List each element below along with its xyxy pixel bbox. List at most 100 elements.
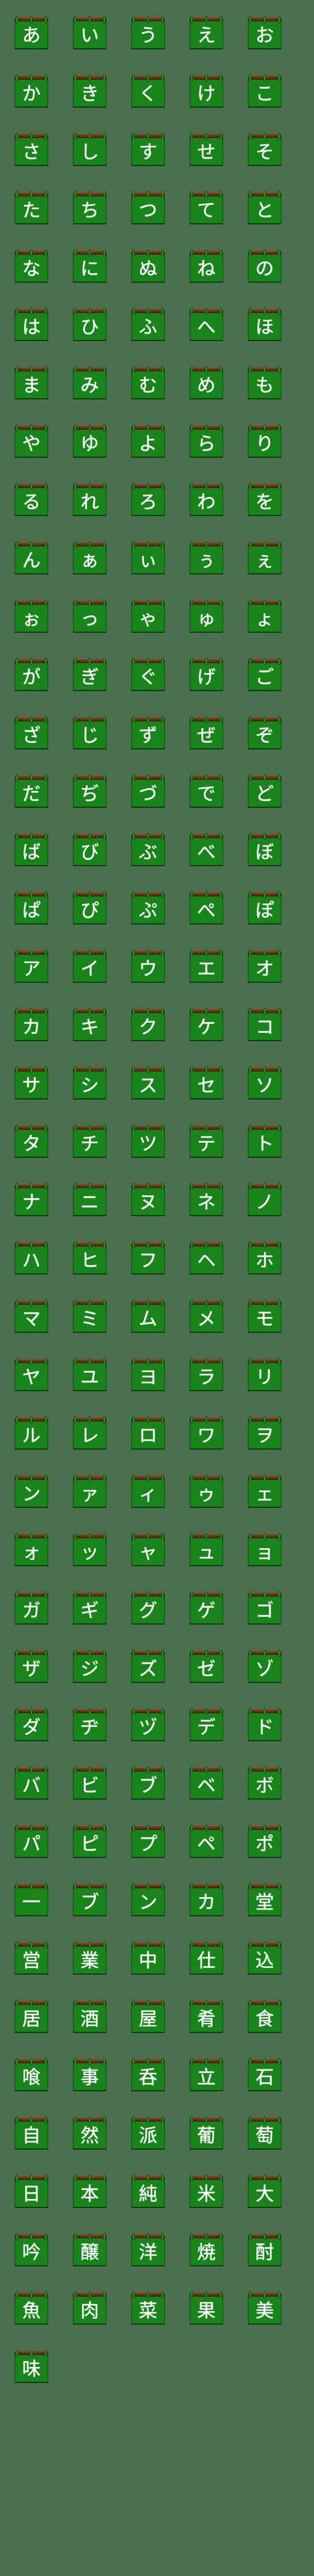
tile-cell[interactable]: テ: [175, 1108, 233, 1167]
hanging-chalkboard-sign[interactable]: キ: [73, 1006, 107, 1041]
hanging-chalkboard-sign[interactable]: ぇ: [248, 540, 281, 574]
hanging-chalkboard-sign[interactable]: ム: [131, 1298, 165, 1333]
tile-cell[interactable]: 仕: [175, 1925, 233, 1984]
tile-cell[interactable]: ざ: [0, 700, 58, 758]
hanging-chalkboard-sign[interactable]: 菜: [131, 2290, 165, 2325]
tile-cell[interactable]: ア: [0, 933, 58, 992]
hanging-chalkboard-sign[interactable]: ざ: [15, 715, 48, 749]
tile-cell[interactable]: ョ: [233, 1517, 292, 1575]
tile-cell[interactable]: ェ: [233, 1459, 292, 1517]
hanging-chalkboard-sign[interactable]: に: [73, 248, 107, 283]
tile-cell[interactable]: ぉ: [0, 583, 58, 642]
hanging-chalkboard-sign[interactable]: ほ: [248, 306, 281, 341]
tile-cell[interactable]: ゴ: [233, 1575, 292, 1634]
hanging-chalkboard-sign[interactable]: や: [15, 423, 48, 458]
hanging-chalkboard-sign[interactable]: ろ: [131, 481, 165, 516]
hanging-chalkboard-sign[interactable]: 大: [248, 2173, 281, 2208]
hanging-chalkboard-sign[interactable]: リ: [248, 1356, 281, 1391]
hanging-chalkboard-sign[interactable]: ぬ: [131, 248, 165, 283]
tile-cell[interactable]: タ: [0, 1108, 58, 1167]
tile-cell[interactable]: セ: [175, 1050, 233, 1108]
tile-cell[interactable]: め: [175, 350, 233, 408]
hanging-chalkboard-sign[interactable]: ゆ: [73, 423, 107, 458]
tile-cell[interactable]: ぼ: [233, 817, 292, 875]
hanging-chalkboard-sign[interactable]: ば: [15, 831, 48, 866]
hanging-chalkboard-sign[interactable]: ソ: [248, 1065, 281, 1100]
tile-cell[interactable]: ぺ: [175, 875, 233, 933]
tile-cell[interactable]: 酒: [58, 1984, 117, 2042]
hanging-chalkboard-sign[interactable]: な: [15, 248, 48, 283]
tile-cell[interactable]: そ: [233, 117, 292, 175]
tile-cell[interactable]: て: [175, 175, 233, 233]
hanging-chalkboard-sign[interactable]: ゥ: [190, 1473, 223, 1508]
tile-cell[interactable]: 業: [58, 1925, 117, 1984]
hanging-chalkboard-sign[interactable]: ポ: [248, 1823, 281, 1858]
hanging-chalkboard-sign[interactable]: 喰: [15, 2057, 48, 2091]
tile-cell[interactable]: る: [0, 467, 58, 525]
hanging-chalkboard-sign[interactable]: び: [73, 831, 107, 866]
hanging-chalkboard-sign[interactable]: ぴ: [73, 890, 107, 924]
tile-cell[interactable]: か: [0, 58, 58, 117]
tile-cell[interactable]: は: [0, 292, 58, 350]
hanging-chalkboard-sign[interactable]: メ: [190, 1298, 223, 1333]
tile-cell[interactable]: 葡: [175, 2100, 233, 2159]
hanging-chalkboard-sign[interactable]: ュ: [190, 1531, 223, 1566]
hanging-chalkboard-sign[interactable]: ョ: [248, 1531, 281, 1566]
hanging-chalkboard-sign[interactable]: ず: [131, 715, 165, 749]
hanging-chalkboard-sign[interactable]: ス: [131, 1065, 165, 1100]
tile-cell[interactable]: ぅ: [175, 525, 233, 583]
tile-cell[interactable]: つ: [117, 175, 175, 233]
tile-cell[interactable]: 酎: [233, 2217, 292, 2275]
hanging-chalkboard-sign[interactable]: ひ: [73, 306, 107, 341]
tile-cell[interactable]: ろ: [117, 467, 175, 525]
tile-cell[interactable]: ソ: [233, 1050, 292, 1108]
hanging-chalkboard-sign[interactable]: 米: [190, 2173, 223, 2208]
hanging-chalkboard-sign[interactable]: ね: [190, 248, 223, 283]
hanging-chalkboard-sign[interactable]: 萄: [248, 2115, 281, 2150]
tile-cell[interactable]: わ: [175, 467, 233, 525]
tile-cell[interactable]: ル: [0, 1400, 58, 1459]
hanging-chalkboard-sign[interactable]: だ: [15, 773, 48, 808]
tile-cell[interactable]: へ: [175, 292, 233, 350]
tile-cell[interactable]: 喰: [0, 2042, 58, 2100]
hanging-chalkboard-sign[interactable]: れ: [73, 481, 107, 516]
hanging-chalkboard-sign[interactable]: と: [248, 190, 281, 224]
tile-cell[interactable]: や: [0, 408, 58, 467]
hanging-chalkboard-sign[interactable]: レ: [73, 1415, 107, 1450]
tile-cell[interactable]: 居: [0, 1984, 58, 2042]
hanging-chalkboard-sign[interactable]: シ: [73, 1065, 107, 1100]
tile-cell[interactable]: ぎ: [58, 642, 117, 700]
hanging-chalkboard-sign[interactable]: ベ: [190, 1765, 223, 1800]
hanging-chalkboard-sign[interactable]: ヌ: [131, 1181, 165, 1216]
hanging-chalkboard-sign[interactable]: パ: [15, 1823, 48, 1858]
hanging-chalkboard-sign[interactable]: む: [131, 365, 165, 399]
tile-cell[interactable]: 魚: [0, 2275, 58, 2334]
tile-cell[interactable]: し: [58, 117, 117, 175]
hanging-chalkboard-sign[interactable]: ブ: [131, 1765, 165, 1800]
hanging-chalkboard-sign[interactable]: ょ: [248, 598, 281, 633]
tile-cell[interactable]: に: [58, 233, 117, 292]
tile-cell[interactable]: ゼ: [175, 1634, 233, 1692]
hanging-chalkboard-sign[interactable]: ん: [15, 540, 48, 574]
hanging-chalkboard-sign[interactable]: ぷ: [131, 890, 165, 924]
hanging-chalkboard-sign[interactable]: 仕: [190, 1940, 223, 1975]
tile-cell[interactable]: べ: [175, 817, 233, 875]
tile-cell[interactable]: 萄: [233, 2100, 292, 2159]
tile-cell[interactable]: 大: [233, 2159, 292, 2217]
hanging-chalkboard-sign[interactable]: を: [248, 481, 281, 516]
tile-cell[interactable]: ゆ: [58, 408, 117, 467]
hanging-chalkboard-sign[interactable]: せ: [190, 131, 223, 166]
tile-cell[interactable]: ヤ: [0, 1342, 58, 1400]
tile-cell[interactable]: 込: [233, 1925, 292, 1984]
hanging-chalkboard-sign[interactable]: 立: [190, 2057, 223, 2091]
hanging-chalkboard-sign[interactable]: ッ: [73, 1531, 107, 1566]
tile-cell[interactable]: ゃ: [117, 583, 175, 642]
tile-cell[interactable]: ャ: [117, 1517, 175, 1575]
hanging-chalkboard-sign[interactable]: 自: [15, 2115, 48, 2150]
tile-cell[interactable]: メ: [175, 1284, 233, 1342]
hanging-chalkboard-sign[interactable]: り: [248, 423, 281, 458]
tile-cell[interactable]: ワ: [175, 1400, 233, 1459]
tile-cell[interactable]: っ: [58, 583, 117, 642]
tile-cell[interactable]: ネ: [175, 1167, 233, 1225]
tile-cell[interactable]: ダ: [0, 1692, 58, 1750]
